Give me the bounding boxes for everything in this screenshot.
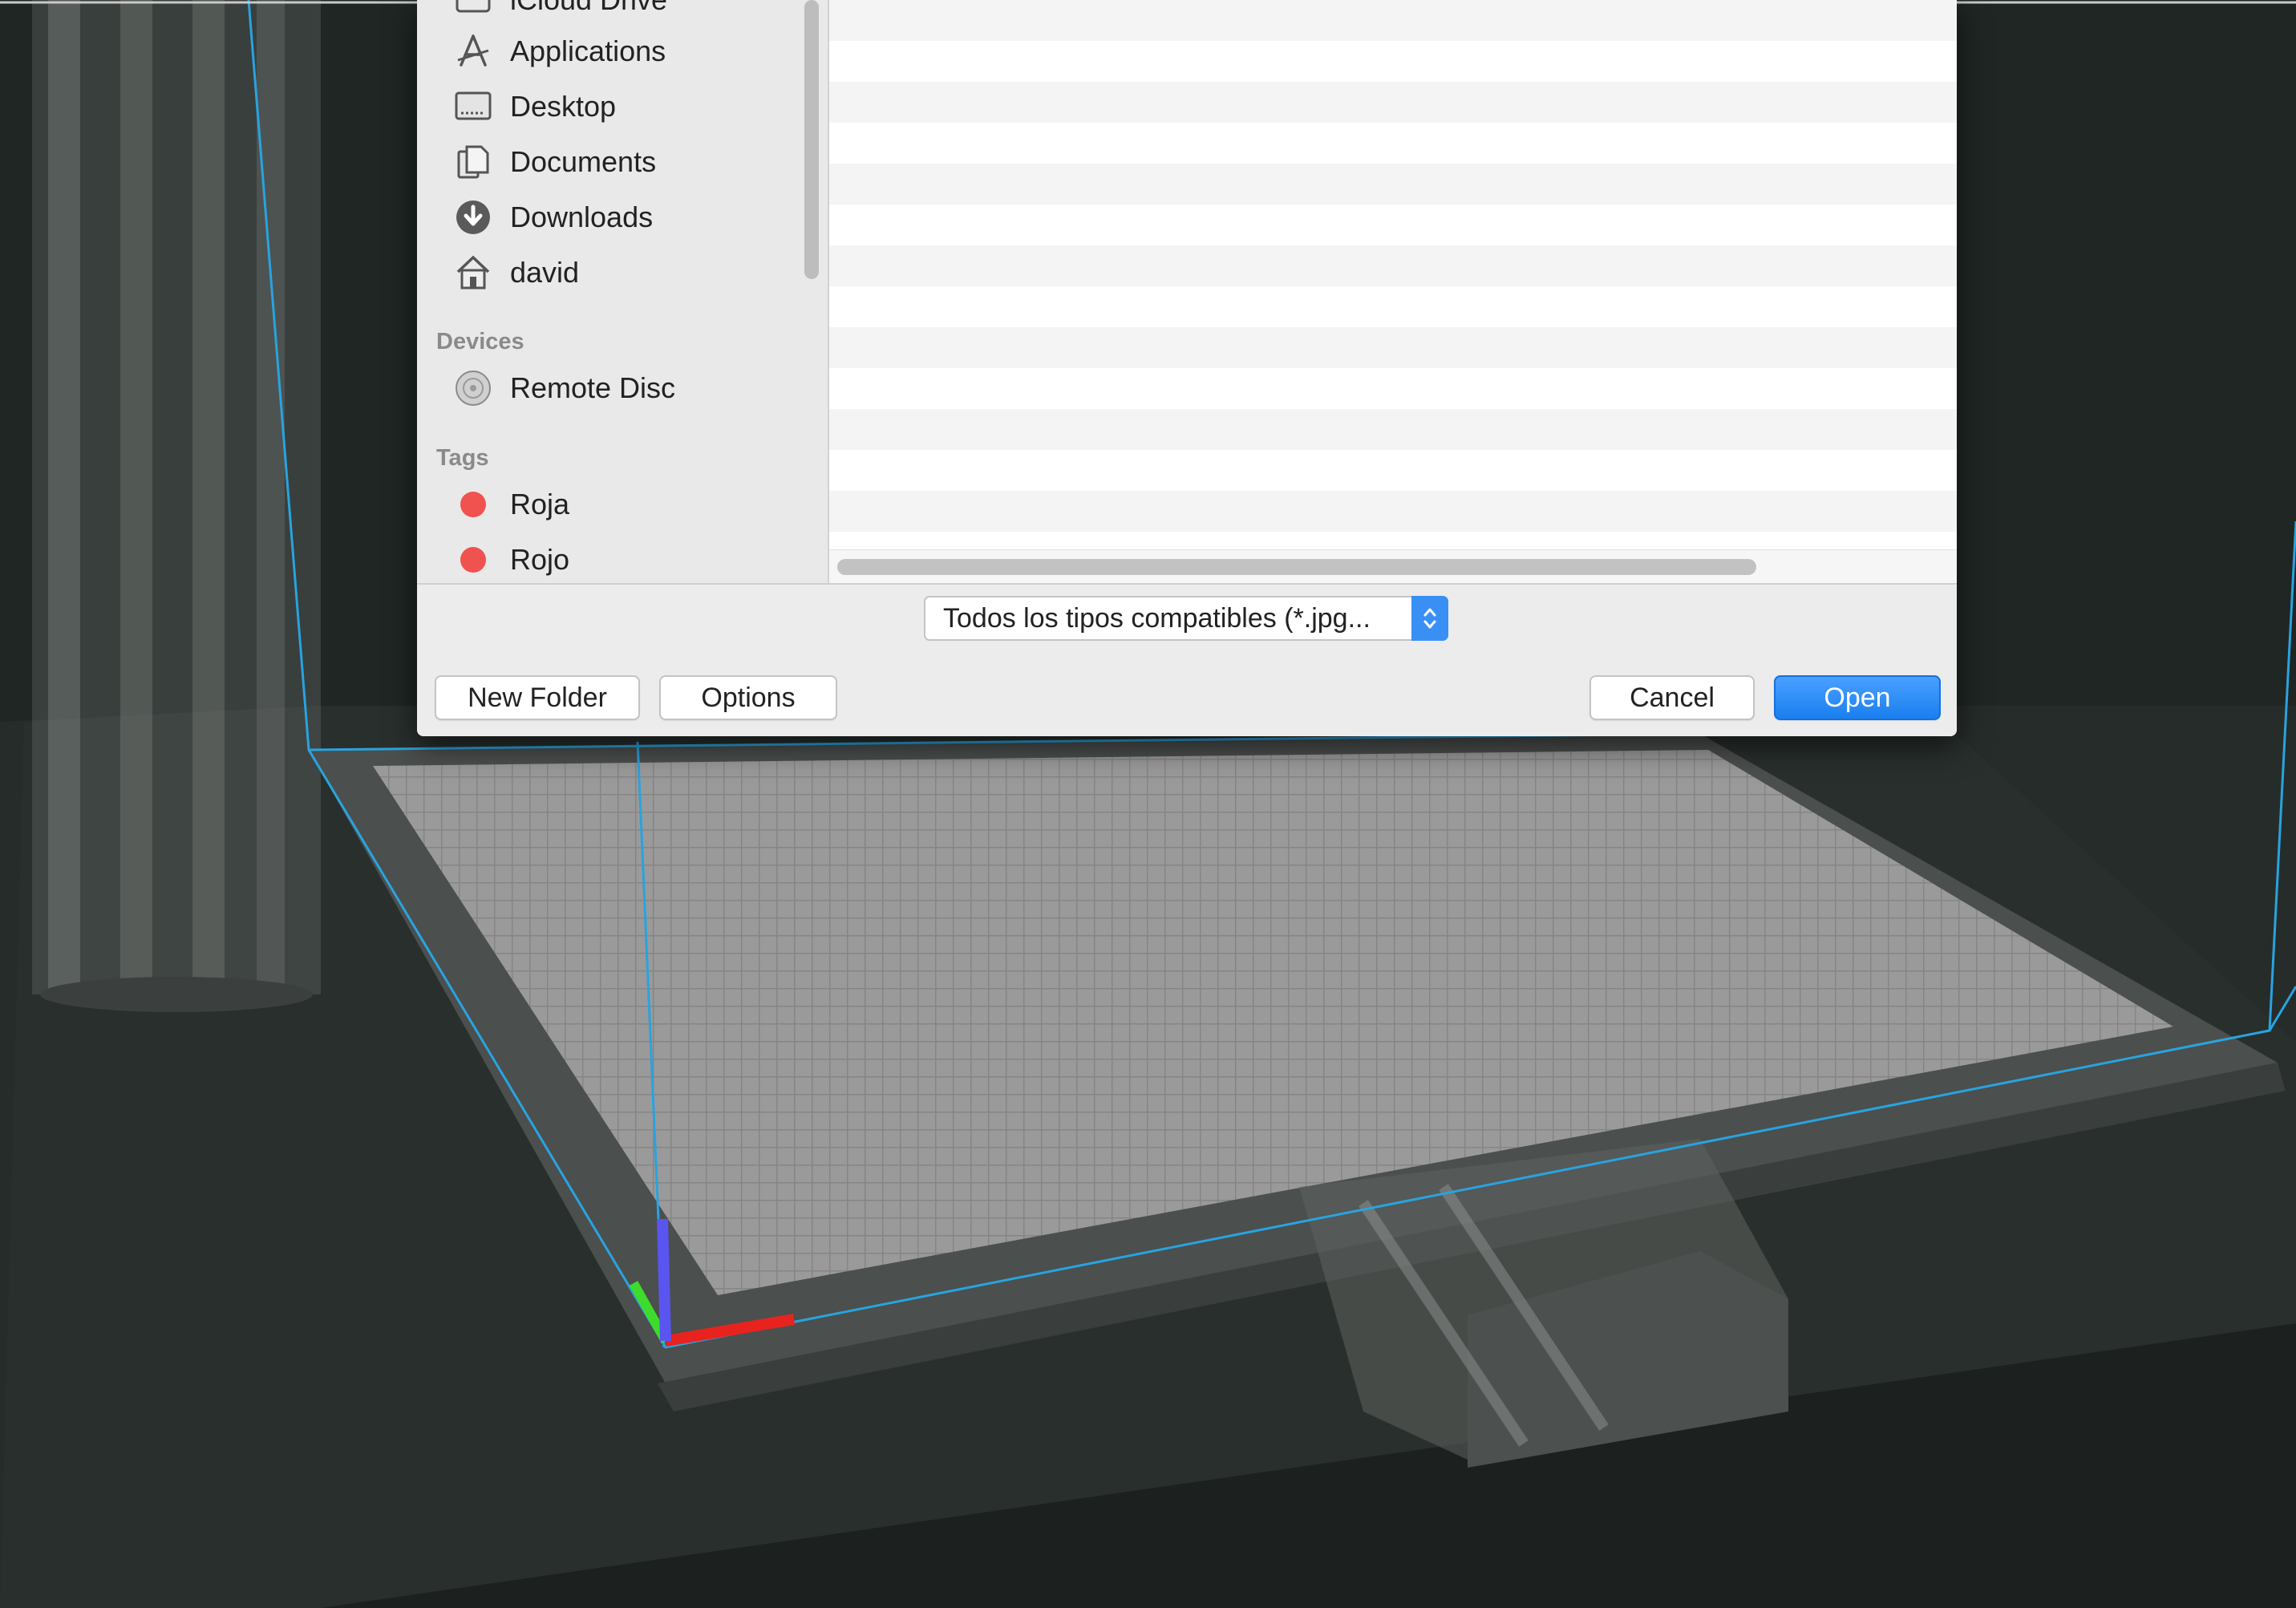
file-list[interactable] bbox=[829, 0, 1957, 549]
sidebar: iCloud Drive Applications Desktop bbox=[417, 0, 829, 583]
sidebar-item-downloads[interactable]: Downloads bbox=[454, 193, 653, 241]
printer-frame-column bbox=[32, 0, 321, 1012]
sidebar-scrollbar[interactable] bbox=[804, 0, 819, 279]
downloads-icon bbox=[454, 198, 492, 237]
file-list-horizontal-scrollbar[interactable] bbox=[829, 549, 1957, 584]
sidebar-item-desktop[interactable]: Desktop bbox=[454, 83, 616, 131]
applications-icon bbox=[454, 32, 492, 71]
devices-header: Devices bbox=[436, 329, 524, 354]
desktop-icon bbox=[454, 87, 492, 126]
sidebar-item-label: Documents bbox=[510, 145, 657, 178]
sidebar-item-icloud-drive[interactable]: iCloud Drive bbox=[454, 0, 667, 24]
tags-header: Tags bbox=[436, 445, 489, 471]
disc-icon bbox=[454, 369, 492, 407]
sidebar-item-label: Applications bbox=[510, 34, 666, 67]
open-button[interactable]: Open bbox=[1774, 675, 1941, 720]
tag-red-icon bbox=[454, 485, 492, 524]
scrollbar-thumb[interactable] bbox=[837, 559, 1756, 575]
options-button[interactable]: Options bbox=[659, 675, 837, 720]
file-open-dialog: iCloud Drive Applications Desktop bbox=[417, 0, 1957, 736]
sidebar-item-tag-rojo[interactable]: Rojo bbox=[454, 536, 569, 583]
tag-red-icon bbox=[454, 541, 492, 579]
sidebar-item-label: david bbox=[510, 256, 580, 289]
sidebar-item-label: Downloads bbox=[510, 200, 654, 233]
sidebar-item-applications[interactable]: Applications bbox=[454, 27, 666, 75]
sidebar-item-label: Rojo bbox=[510, 543, 570, 576]
popup-stepper-icon[interactable] bbox=[1411, 596, 1448, 641]
sidebar-item-label: iCloud Drive bbox=[510, 0, 667, 17]
sidebar-item-david[interactable]: david bbox=[454, 249, 579, 297]
sidebar-item-documents[interactable]: Documents bbox=[454, 138, 656, 186]
dialog-button-bar: New Folder Options Cancel Open bbox=[417, 658, 1957, 736]
file-type-selected-label: Todos los tipos compatibles (*.jpg... bbox=[943, 603, 1371, 634]
documents-icon bbox=[454, 143, 492, 181]
file-type-bar: Todos los tipos compatibles (*.jpg... bbox=[417, 583, 1957, 660]
file-type-select[interactable]: Todos los tipos compatibles (*.jpg... bbox=[924, 596, 1448, 641]
home-icon bbox=[454, 253, 492, 292]
cloud-icon bbox=[454, 0, 492, 19]
sidebar-item-remote-disc[interactable]: Remote Disc bbox=[454, 364, 675, 412]
sidebar-item-label: Roja bbox=[510, 488, 570, 520]
new-folder-button[interactable]: New Folder bbox=[435, 675, 640, 720]
sidebar-item-label: Desktop bbox=[510, 90, 617, 123]
cancel-button[interactable]: Cancel bbox=[1589, 675, 1755, 720]
sidebar-item-label: Remote Disc bbox=[510, 371, 676, 404]
sidebar-item-tag-roja[interactable]: Roja bbox=[454, 480, 569, 529]
